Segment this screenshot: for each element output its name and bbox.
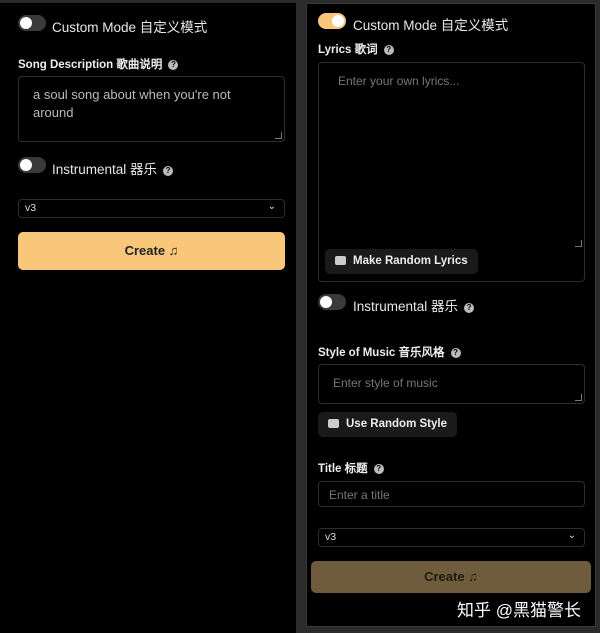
instrumental-label: Instrumental 器乐? xyxy=(353,295,475,315)
title-text: Title 标题 xyxy=(318,463,368,475)
custom-mode-toggle[interactable] xyxy=(18,15,46,31)
watermark: 知乎 @黑猫警长 xyxy=(457,601,581,620)
instrumental-text: Instrumental 器乐 xyxy=(52,162,158,177)
model-value: v3 xyxy=(25,202,37,214)
lyrics-label: Lyrics 歌词? xyxy=(318,41,394,57)
song-description-text: Song Description 歌曲说明 xyxy=(18,59,163,71)
title-label: Title 标题? xyxy=(318,460,384,476)
create-button[interactable]: Create ♫ xyxy=(18,232,285,270)
chevron-down-icon: ⌄ xyxy=(567,530,576,541)
song-description-label: Song Description 歌曲说明? xyxy=(18,56,179,72)
custom-mode-label: Custom Mode 自定义模式 xyxy=(353,18,509,33)
help-icon[interactable]: ? xyxy=(373,464,384,474)
create-label: Create xyxy=(424,569,465,584)
use-random-style-button[interactable]: Use Random Style xyxy=(318,412,457,437)
song-description-value: a soul song about when you're not around xyxy=(33,87,231,120)
create-label: Create xyxy=(124,243,166,258)
model-select[interactable]: v3 ⌄ xyxy=(318,528,585,547)
make-random-lyrics-button[interactable]: Make Random Lyrics xyxy=(325,249,478,274)
style-input[interactable]: Enter style of music xyxy=(318,364,585,404)
model-select[interactable]: v3 ⌄ xyxy=(18,199,285,218)
custom-mode-label: Custom Mode 自定义模式 xyxy=(52,20,208,35)
use-random-style-label: Use Random Style xyxy=(346,418,447,430)
instrumental-text: Instrumental 器乐 xyxy=(353,299,459,314)
song-description-input[interactable]: a soul song about when you're not around xyxy=(18,76,285,142)
style-label: Style of Music 音乐风格? xyxy=(318,344,461,360)
lyrics-placeholder: Enter your own lyrics... xyxy=(338,74,460,88)
help-icon[interactable]: ? xyxy=(383,45,394,55)
dice-icon xyxy=(328,419,339,428)
chevron-down-icon: ⌄ xyxy=(267,201,276,212)
resize-handle[interactable] xyxy=(275,132,282,139)
help-icon[interactable]: ? xyxy=(464,303,475,313)
dice-icon xyxy=(335,256,346,265)
custom-mode-panel: Custom Mode 自定义模式 Lyrics 歌词? Enter your … xyxy=(306,3,596,627)
music-note-icon: ♫ xyxy=(468,569,478,584)
title-placeholder: Enter a title xyxy=(329,488,390,502)
create-button[interactable]: Create ♫ xyxy=(311,561,591,593)
style-placeholder: Enter style of music xyxy=(333,376,438,390)
lyrics-text: Lyrics 歌词 xyxy=(318,44,378,56)
instrumental-toggle[interactable] xyxy=(318,294,346,310)
resize-handle[interactable] xyxy=(575,394,582,401)
help-icon[interactable]: ? xyxy=(168,60,179,70)
music-note-icon: ♫ xyxy=(168,243,179,258)
help-icon[interactable]: ? xyxy=(163,166,174,176)
title-input[interactable]: Enter a title xyxy=(318,481,585,507)
help-icon[interactable]: ? xyxy=(450,348,461,358)
model-value: v3 xyxy=(325,531,337,543)
simple-mode-panel: Custom Mode 自定义模式 Song Description 歌曲说明?… xyxy=(0,3,296,633)
custom-mode-toggle[interactable] xyxy=(318,13,346,29)
resize-handle[interactable] xyxy=(575,240,582,247)
instrumental-label: Instrumental 器乐? xyxy=(52,158,174,178)
make-random-lyrics-label: Make Random Lyrics xyxy=(353,255,468,267)
instrumental-toggle[interactable] xyxy=(18,157,46,173)
style-text: Style of Music 音乐风格 xyxy=(318,347,445,359)
